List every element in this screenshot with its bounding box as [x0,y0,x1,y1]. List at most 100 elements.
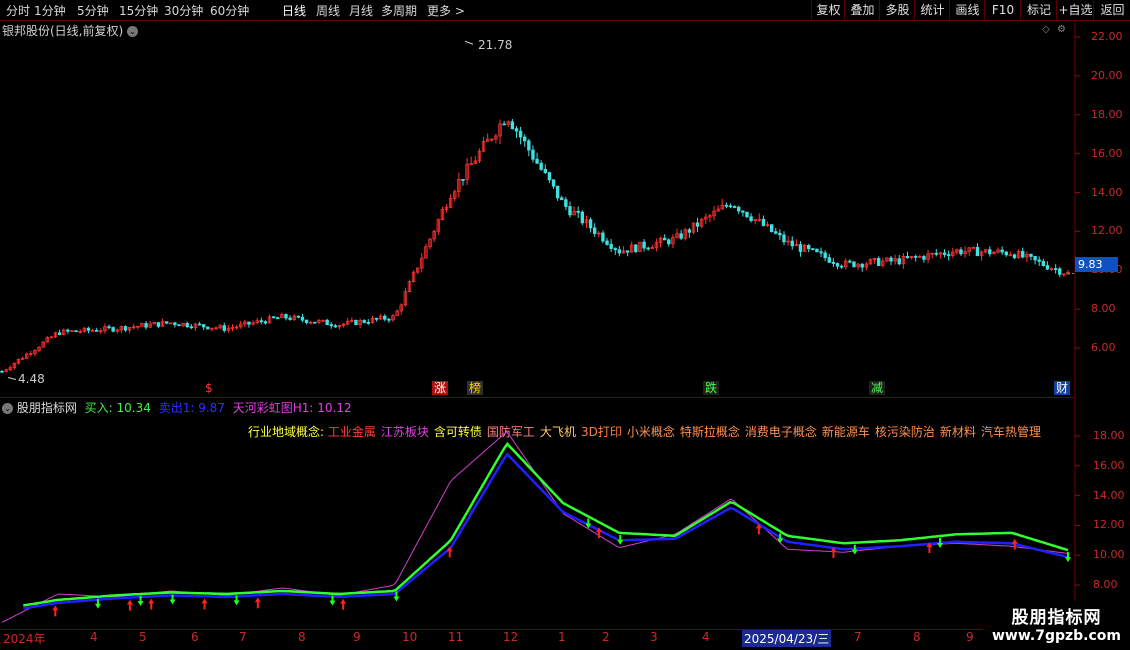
event-marker[interactable]: 跌 [703,381,720,395]
candlestick [436,218,440,235]
toolbar-button[interactable]: +自选 [1056,0,1094,20]
candlestick [774,227,778,235]
candlestick [728,203,733,209]
candlestick [152,321,156,325]
indicator-tick-label: 14.00 [1093,488,1125,502]
period-tab[interactable]: 更多 > [427,2,465,19]
period-tab[interactable]: 周线 [316,2,340,19]
candlestick [169,322,173,325]
candlestick [543,164,547,175]
candlestick [391,313,395,322]
toolbar-button[interactable]: 叠加 [844,0,880,20]
event-marker[interactable]: 涨 [432,381,449,395]
signal-arrow [851,544,858,555]
candlestick [502,120,506,126]
period-tab[interactable]: 分时 [6,2,30,19]
candlestick [37,345,41,352]
time-axis-label: 9 [966,630,974,644]
indicator-tick-label: 18.00 [1093,429,1125,442]
candlestick [193,322,198,331]
candlestick [317,318,321,325]
candlestick [786,236,790,246]
period-tab[interactable]: 5分钟 [77,2,109,19]
indicator-chart[interactable] [0,398,1130,630]
candlestick [848,259,852,264]
price-tick-label: 20.00 [1091,68,1123,82]
toolbar-button[interactable]: 复权 [811,0,845,20]
candlestick [971,246,976,249]
candlestick [234,325,239,330]
candlestick [411,270,416,283]
toolbar-button[interactable]: 标记 [1020,0,1057,20]
candlestick [29,350,33,357]
candlestick [893,254,897,265]
event-marker[interactable]: 财 [1054,381,1071,395]
candlestick [444,204,449,213]
high-marker [464,40,474,45]
period-tab[interactable]: 月线 [349,2,373,19]
candlestick [107,324,111,330]
candlestick [625,250,630,257]
event-marker[interactable]: $ [203,381,215,395]
candlestick [144,321,148,330]
period-tab[interactable]: 1分钟 [34,2,66,19]
candlestick [494,133,498,144]
toolbar-button[interactable]: 画线 [949,0,985,20]
candlestick [465,157,469,186]
candlestick [568,201,572,218]
series-line-sell [23,452,1069,610]
candlestick [222,322,226,333]
candlestick [239,320,243,329]
candlestick [963,246,967,258]
toolbar-button[interactable]: 多股 [879,0,915,20]
toolbar-button[interactable]: F10 [984,0,1021,20]
candlestick [263,320,268,325]
candlestick [288,315,292,321]
candlestick [605,238,609,246]
price-tick-label: 12.00 [1091,224,1123,238]
price-chart[interactable] [0,20,1130,398]
candlestick [683,227,687,241]
candlestick [617,245,622,257]
candlestick [1008,251,1013,257]
indicator-tick-label: 8.00 [1093,578,1118,591]
time-axis-label: 2 [602,630,610,644]
candlestick [383,314,387,322]
candlestick [761,215,766,227]
candlestick [979,250,984,261]
candlestick [634,244,638,254]
signal-arrow [126,599,133,611]
candlestick [329,322,333,329]
candlestick [749,213,753,223]
candlestick [132,323,136,330]
candlestick [247,321,251,328]
price-tick-label: 14.00 [1091,185,1123,199]
candlestick [1041,258,1046,267]
event-marker[interactable]: 榜 [467,381,484,395]
candlestick [354,319,358,326]
candlestick [769,224,774,233]
period-tab[interactable]: 60分钟 [210,2,249,19]
period-tab[interactable]: 日线 [282,2,306,19]
candlestick [473,156,478,164]
candlestick [1049,267,1054,271]
candlestick [1029,253,1033,261]
period-tab[interactable]: 多周期 [381,2,417,19]
candlestick [366,319,371,325]
candlestick [1004,250,1008,257]
candlestick [737,205,741,215]
toolbar-button[interactable]: 统计 [914,0,950,20]
candlestick [918,254,922,258]
candlestick [350,317,354,323]
candlestick [934,249,938,257]
event-marker[interactable]: 减 [869,381,886,395]
candlestick [127,326,132,334]
candlestick [708,213,712,223]
period-tab[interactable]: 30分钟 [164,2,203,19]
toolbar-button[interactable]: 返回 [1093,0,1130,20]
time-axis-label: 4 [90,630,98,644]
signal-arrow [148,598,155,610]
low-marker [7,377,17,381]
candlestick [432,229,436,243]
period-tab[interactable]: 15分钟 [119,2,158,19]
